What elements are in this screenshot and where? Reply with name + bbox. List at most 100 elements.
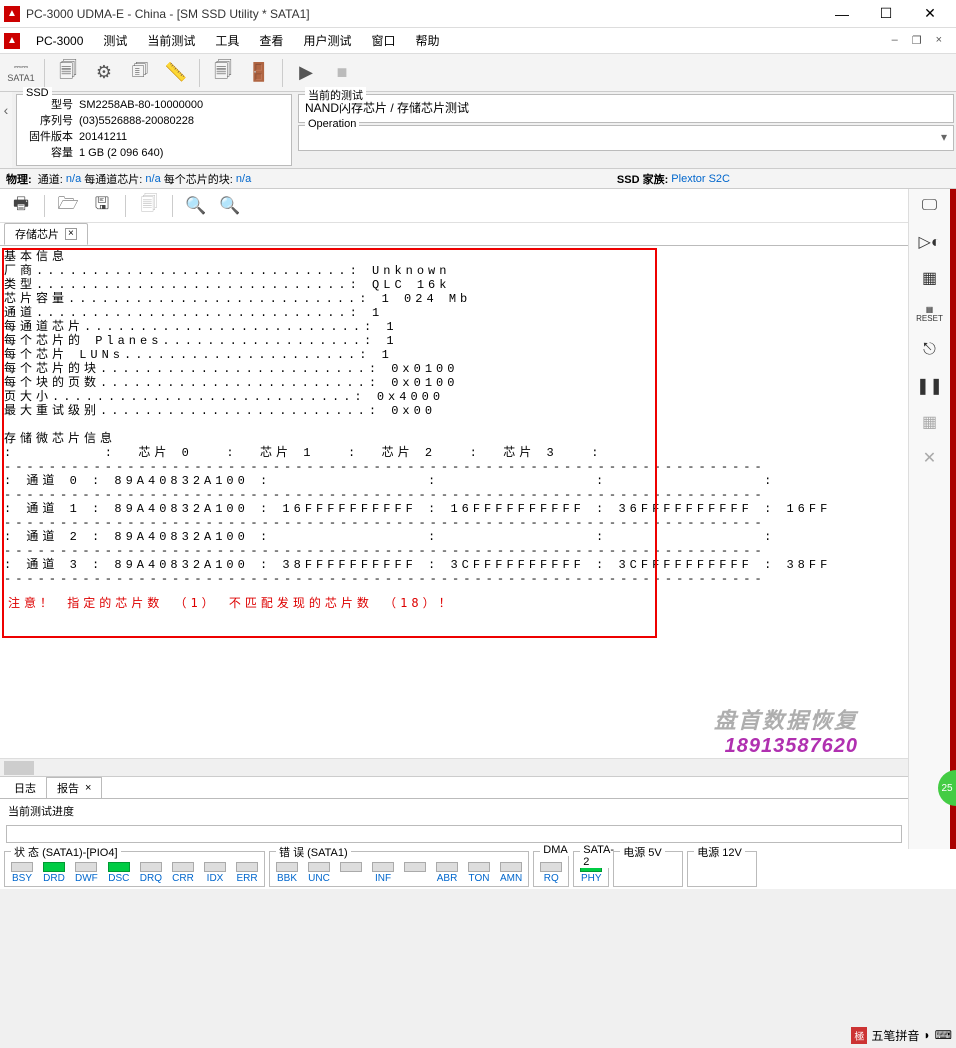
mdi-restore[interactable]: ❐ bbox=[906, 32, 928, 49]
mdi-minimize[interactable]: – bbox=[886, 32, 904, 49]
sub-toolbar: 🖶 🗁 🖫 🗐 🔍 🔍 bbox=[0, 189, 908, 223]
led-err: ERR bbox=[236, 862, 258, 884]
rtool-chip-icon[interactable]: ▦ bbox=[915, 265, 945, 291]
tab-close-icon[interactable]: × bbox=[65, 228, 77, 240]
horizontal-scrollbar[interactable] bbox=[0, 758, 908, 776]
maximize-button[interactable]: ☐ bbox=[864, 1, 908, 27]
rtool-wrench-icon[interactable]: ✕ bbox=[915, 445, 945, 471]
status-12v: 电源 12V bbox=[687, 851, 757, 887]
close-button[interactable]: ✕ bbox=[908, 1, 952, 27]
ssd-legend: SSD bbox=[23, 87, 52, 99]
progress-label: 当前测试进度 bbox=[0, 798, 908, 823]
menu-app-icon: ▲ bbox=[4, 33, 20, 49]
led-blank bbox=[404, 862, 426, 884]
ime-moon-icon[interactable]: ◗ bbox=[923, 1028, 930, 1042]
status-error: 错 误 (SATA1) BBKUNCINFABRTONAMN bbox=[269, 851, 529, 887]
minimize-button[interactable]: — bbox=[820, 1, 864, 27]
toolbar-stop-button[interactable]: ■ bbox=[325, 56, 359, 90]
led-rq: RQ bbox=[540, 862, 562, 884]
titlebar: ▲ PC-3000 UDMA-E - China - [SM SSD Utili… bbox=[0, 0, 956, 28]
ime-keyboard-icon[interactable]: ⌨ bbox=[935, 1028, 952, 1042]
info-row: ‹ SSD 型号SM2258AB-80-10000000 序列号(03)5526… bbox=[0, 92, 956, 169]
rtool-circuit-icon[interactable]: ⎋ bbox=[915, 337, 945, 363]
chip-info-text: 基本信息 厂商............................: Unk… bbox=[0, 246, 908, 590]
led-amn: AMN bbox=[500, 862, 522, 884]
print-button[interactable]: 🖶 bbox=[6, 192, 36, 220]
status-dma: DMA RQ bbox=[533, 851, 569, 887]
led-abr: ABR bbox=[436, 862, 458, 884]
led-unc: UNC bbox=[308, 862, 330, 884]
status-row: 状 态 (SATA1)-[PIO4] BSYDRDDWFDSCDRQCRRIDX… bbox=[0, 849, 956, 889]
led-inf: INF bbox=[372, 862, 394, 884]
menu-app[interactable]: PC-3000 bbox=[26, 31, 93, 51]
ssd-fieldset: SSD 型号SM2258AB-80-10000000 序列号(03)552688… bbox=[16, 94, 292, 166]
open-button[interactable]: 🗁 bbox=[53, 192, 83, 220]
main-toolbar: ⎓⎓SATA1 🗐 ⚙ 🗊 📏 🗐 🚪 ▶ ■ bbox=[0, 54, 956, 92]
led-drq: DRQ bbox=[140, 862, 162, 884]
tab-log[interactable]: 日志 bbox=[4, 778, 46, 798]
rtool-chip2-icon[interactable]: ▦ bbox=[915, 409, 945, 435]
copy-button[interactable]: 🗐 bbox=[134, 192, 164, 220]
window-title: PC-3000 UDMA-E - China - [SM SSD Utility… bbox=[26, 7, 820, 21]
led-ton: TON bbox=[468, 862, 490, 884]
menubar: ▲ PC-3000 测试 当前测试 工具 查看 用户测试 窗口 帮助 – ❐ × bbox=[0, 28, 956, 54]
menu-test[interactable]: 测试 bbox=[93, 29, 137, 52]
menu-current-test[interactable]: 当前测试 bbox=[137, 29, 205, 52]
toolbar-btn-3[interactable]: 🗊 bbox=[123, 56, 157, 90]
led-bsy: BSY bbox=[11, 862, 33, 884]
lower-tabs: 日志 报告 × bbox=[0, 776, 908, 798]
tab-report[interactable]: 报告 × bbox=[46, 777, 102, 799]
ssd-serial: (03)5526888-20080228 bbox=[79, 113, 194, 129]
watermark: 盘首数据恢复 18913587620 bbox=[714, 703, 858, 758]
app-icon: ▲ bbox=[4, 6, 20, 22]
status-sata2: SATA-2 PHY bbox=[573, 851, 609, 887]
led-drd: DRD bbox=[43, 862, 65, 884]
mdi-close[interactable]: × bbox=[930, 32, 948, 49]
toolbar-btn-1[interactable]: 🗐 bbox=[51, 56, 85, 90]
toolbar-btn-5[interactable]: 🗐 bbox=[206, 56, 240, 90]
menu-view[interactable]: 查看 bbox=[249, 29, 293, 52]
led-crr: CRR bbox=[172, 862, 194, 884]
right-accent-bar bbox=[950, 189, 956, 849]
status-sata: 状 态 (SATA1)-[PIO4] BSYDRDDWFDSCDRQCRRIDX… bbox=[4, 851, 265, 887]
rtool-reset[interactable]: ▦RESET bbox=[915, 301, 945, 327]
led-dsc: DSC bbox=[108, 862, 130, 884]
right-toolbar: 🖵 ▷◐ ▦ ▦RESET ⎋ ❚❚ ▦ ✕ bbox=[908, 189, 950, 849]
ime-icon[interactable]: 極 bbox=[851, 1027, 867, 1044]
toolbar-btn-6[interactable]: 🚪 bbox=[242, 56, 276, 90]
menu-window[interactable]: 窗口 bbox=[361, 29, 405, 52]
rtool-pause[interactable]: ❚❚ bbox=[915, 373, 945, 399]
menu-help[interactable]: 帮助 bbox=[405, 29, 449, 52]
tab-close-icon[interactable]: × bbox=[85, 782, 91, 794]
toolbar-play-button[interactable]: ▶ bbox=[289, 56, 323, 90]
ssd-capacity: 1 GB (2 096 640) bbox=[79, 145, 163, 161]
operation-box: Operation ▾ bbox=[298, 125, 954, 151]
sata-port-button[interactable]: ⎓⎓SATA1 bbox=[4, 56, 38, 90]
status-5v: 电源 5V bbox=[613, 851, 683, 887]
led-idx: IDX bbox=[204, 862, 226, 884]
rtool-1[interactable]: 🖵 bbox=[915, 193, 945, 219]
progress-bar bbox=[6, 825, 902, 843]
rtool-2[interactable]: ▷◐ bbox=[915, 229, 945, 255]
chevron-down-icon: ▾ bbox=[941, 130, 947, 144]
tab-strip: 存储芯片 × bbox=[0, 223, 908, 245]
save-button[interactable]: 🖫 bbox=[87, 192, 117, 220]
taskbar-ime: 極 五笔拼音 ◗ ⌨ bbox=[847, 1022, 956, 1048]
operation-dropdown[interactable]: ▾ bbox=[305, 128, 947, 146]
ssd-model: SM2258AB-80-10000000 bbox=[79, 97, 203, 113]
ime-label[interactable]: 五笔拼音 bbox=[871, 1027, 919, 1044]
ssd-family: Plextor S2C bbox=[671, 173, 730, 185]
toolbar-btn-4[interactable]: 📏 bbox=[159, 56, 193, 90]
toolbar-btn-2[interactable]: ⚙ bbox=[87, 56, 121, 90]
led-bbk: BBK bbox=[276, 862, 298, 884]
content-pane: 基本信息 厂商............................: Unk… bbox=[0, 245, 908, 758]
ssd-firmware: 20141211 bbox=[79, 129, 127, 145]
led-blank bbox=[340, 862, 362, 884]
menu-tools[interactable]: 工具 bbox=[205, 29, 249, 52]
current-test-dropdown[interactable]: NAND闪存芯片 / 存储芯片测试 bbox=[305, 97, 947, 118]
left-gutter[interactable]: ‹ bbox=[0, 92, 12, 168]
find-button[interactable]: 🔍 bbox=[181, 192, 211, 220]
find-next-button[interactable]: 🔍 bbox=[215, 192, 245, 220]
tab-storage-chip[interactable]: 存储芯片 × bbox=[4, 223, 88, 245]
menu-user-test[interactable]: 用户测试 bbox=[293, 29, 361, 52]
